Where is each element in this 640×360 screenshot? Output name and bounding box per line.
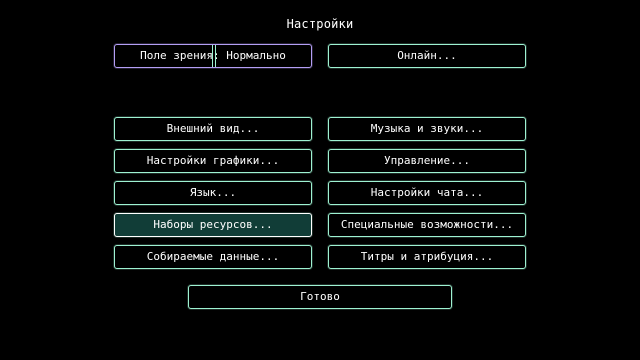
language-button[interactable]: Язык... bbox=[114, 181, 312, 205]
credits-label: Титры и атрибуция... bbox=[360, 250, 494, 263]
skin-customization-button[interactable]: Внешний вид... bbox=[114, 117, 312, 141]
language-label: Язык... bbox=[189, 186, 237, 199]
credits-button[interactable]: Титры и атрибуция... bbox=[328, 245, 526, 269]
music-sounds-label: Музыка и звуки... bbox=[370, 122, 484, 135]
done-button[interactable]: Готово bbox=[188, 285, 452, 309]
skin-customization-label: Внешний вид... bbox=[166, 122, 260, 135]
controls-label: Управление... bbox=[383, 154, 471, 167]
chat-settings-label: Настройки чата... bbox=[370, 186, 484, 199]
fov-slider[interactable]: Поле зрения: Нормально bbox=[114, 44, 312, 68]
telemetry-label: Собираемые данные... bbox=[146, 250, 280, 263]
controls-button[interactable]: Управление... bbox=[328, 149, 526, 173]
slider-handle-icon[interactable] bbox=[212, 45, 216, 67]
chat-settings-button[interactable]: Настройки чата... bbox=[328, 181, 526, 205]
telemetry-button[interactable]: Собираемые данные... bbox=[114, 245, 312, 269]
resource-packs-button[interactable]: Наборы ресурсов... bbox=[114, 213, 312, 237]
screen-title: Настройки bbox=[286, 17, 354, 31]
video-settings-label: Настройки графики... bbox=[146, 154, 280, 167]
accessibility-label: Специальные возможности... bbox=[340, 218, 514, 231]
accessibility-button[interactable]: Специальные возможности... bbox=[328, 213, 526, 237]
music-sounds-button[interactable]: Музыка и звуки... bbox=[328, 117, 526, 141]
resource-packs-label: Наборы ресурсов... bbox=[153, 218, 273, 231]
online-button[interactable]: Онлайн... bbox=[328, 44, 526, 68]
online-button-label: Онлайн... bbox=[397, 49, 457, 62]
done-label: Готово bbox=[300, 290, 340, 303]
video-settings-button[interactable]: Настройки графики... bbox=[114, 149, 312, 173]
